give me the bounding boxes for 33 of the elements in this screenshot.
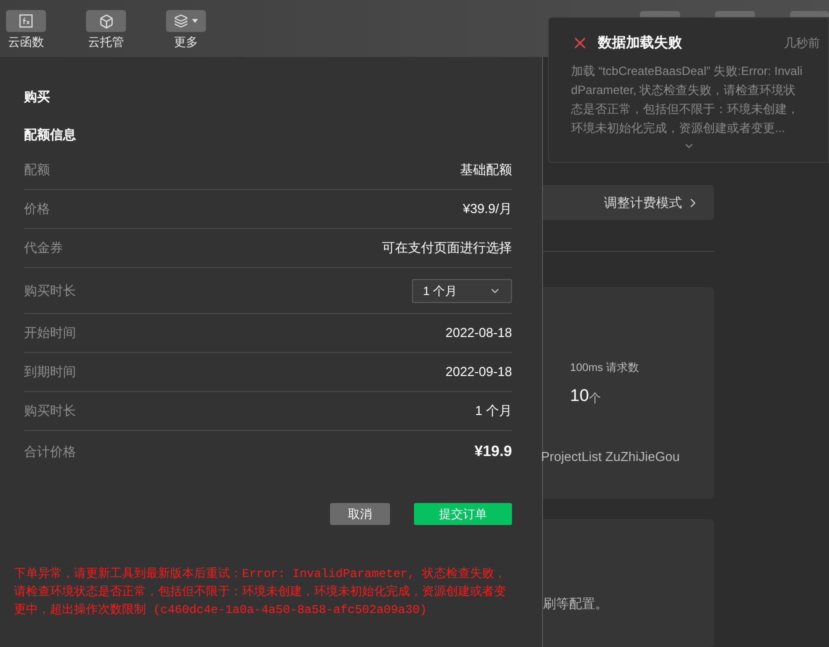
caret-icon bbox=[192, 19, 198, 23]
row-label: 配额 bbox=[24, 161, 50, 180]
notification-title: 数据加载失败 bbox=[598, 33, 682, 52]
stat-value: 10 bbox=[570, 386, 589, 404]
row-value: 2022-08-18 bbox=[446, 324, 512, 342]
row-value: 1 个月 bbox=[475, 402, 512, 420]
row-label: 合计价格 bbox=[24, 443, 76, 462]
row-value: 基础配额 bbox=[460, 161, 512, 180]
notification-message: 加载 “tcbCreateBaasDeal” 失败:Error: InvalidParameter, 状态检查失败，请检查环境状态是否正常，包括但不限于：环境未创建，环境未初始化完成，资源创建或者变更... bbox=[571, 63, 804, 137]
cube-icon bbox=[98, 14, 114, 28]
card-text: 刷等配置。 bbox=[543, 596, 608, 612]
stat-label: 100ms 请求数 bbox=[570, 361, 640, 376]
row-label: 代金券 bbox=[24, 239, 63, 258]
row-value: ¥19.9 bbox=[474, 442, 512, 462]
row-label: 开始时间 bbox=[24, 324, 76, 342]
billing-mode-button[interactable]: 调整计费模式 bbox=[543, 185, 714, 220]
layers-icon bbox=[174, 14, 188, 28]
row-label: 购买时长 bbox=[24, 282, 76, 300]
panel-title: 购买 bbox=[24, 88, 51, 106]
tag-list: ProjectList ZuZhiJieGou bbox=[541, 446, 714, 466]
row-label: 价格 bbox=[24, 200, 50, 218]
notification-time: 几秒前 bbox=[784, 34, 820, 52]
row-label: 购买时长 bbox=[24, 402, 76, 420]
row-value: ¥39.9/月 bbox=[462, 200, 512, 218]
row-value: 可在支付页面进行选择 bbox=[382, 239, 512, 258]
function-icon bbox=[19, 14, 33, 28]
duration-select[interactable]: 1 个月 bbox=[412, 278, 512, 302]
cancel-button[interactable]: 取消 bbox=[330, 503, 390, 525]
row-label: 到期时间 bbox=[24, 363, 76, 382]
error-message: 下单异常，请更新工具到最新版本后重试：Error: InvalidParameter, 状态检查失败，请检查环境状态是否正常，包括但不限于：环境未创建，环境未初始化完成，资源创建或者变更中，超出操作次数限制 (c460dc4e-1a0a-4a50-8a58-afc502a09a30) bbox=[14, 566, 508, 619]
row-value: 2022-09-18 bbox=[446, 363, 512, 382]
stat-unit: 个 bbox=[588, 392, 601, 404]
section-title: 配额信息 bbox=[24, 126, 77, 144]
